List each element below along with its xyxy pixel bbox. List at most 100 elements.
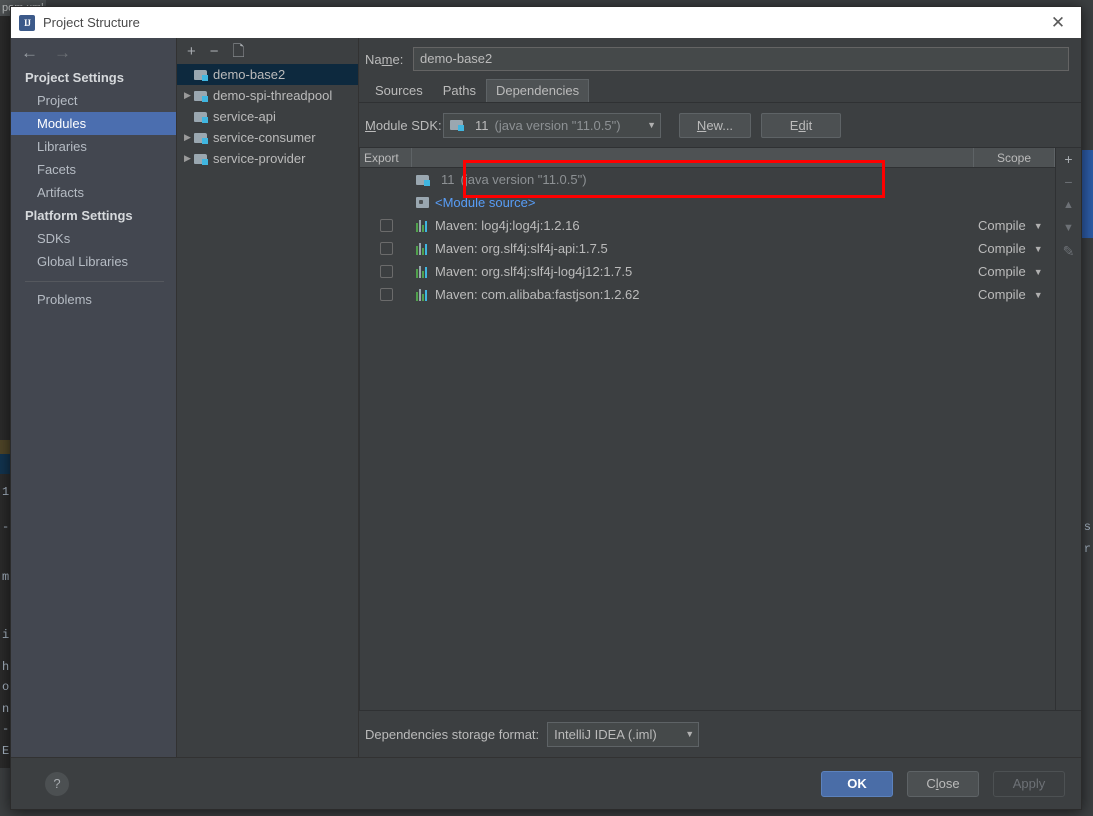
column-header-scope[interactable]: Scope (974, 148, 1055, 167)
tab-dependencies[interactable]: Dependencies (485, 79, 590, 102)
chevron-right-icon[interactable]: ▶ (181, 90, 194, 101)
sidebar-item-modules[interactable]: Modules (11, 112, 176, 135)
chevron-down-icon[interactable]: ▼ (1034, 267, 1043, 277)
copy-icon[interactable]: 🗋 (233, 44, 245, 59)
module-name-row: Name: demo-base2 (359, 38, 1081, 80)
export-cell (360, 219, 412, 232)
module-row-demo-spi-threadpool[interactable]: ▶ demo-spi-threadpool (177, 85, 358, 106)
column-header-export[interactable]: Export (360, 148, 412, 167)
export-cell (360, 265, 412, 278)
sidebar-item-libraries[interactable]: Libraries (11, 135, 176, 158)
chevron-down-icon[interactable]: ▼ (675, 729, 694, 739)
module-folder-icon (194, 90, 208, 102)
dependency-name-cell: <Module source> (412, 195, 974, 210)
module-folder-icon (194, 111, 208, 123)
chevron-down-icon[interactable]: ▼ (1034, 290, 1043, 300)
dependencies-table-body: 11 (java version "11.0.5") <Module sourc… (360, 168, 1055, 710)
table-row[interactable]: Maven: org.slf4j:slf4j-api:1.7.5 Compile… (360, 237, 1055, 260)
export-checkbox[interactable] (379, 242, 393, 255)
chevron-right-icon[interactable]: ▶ (181, 153, 194, 164)
dependencies-toolbar: + − ▲ ▼ ✎ (1055, 148, 1081, 710)
module-label: service-api (213, 109, 276, 124)
chevron-right-icon[interactable]: ▶ (181, 132, 194, 143)
dependencies-storage-value: IntelliJ IDEA (.iml) (554, 726, 657, 742)
module-folder-icon (194, 69, 208, 81)
module-row-service-provider[interactable]: ▶ service-provider (177, 148, 358, 169)
module-tabs: Sources Paths Dependencies (359, 79, 1081, 103)
table-row[interactable]: Maven: org.slf4j:slf4j-log4j12:1.7.5 Com… (360, 260, 1055, 283)
module-list-panel: + − 🗋 demo-base2 ▶ demo-spi-threadpool s… (177, 38, 359, 757)
dependency-label: Maven: log4j:log4j:1.2.16 (435, 218, 580, 233)
arrow-right-icon[interactable]: → (54, 44, 71, 61)
module-row-service-consumer[interactable]: ▶ service-consumer (177, 127, 358, 148)
export-checkbox[interactable] (379, 265, 393, 278)
table-row[interactable]: <Module source> (360, 191, 1055, 214)
new-sdk-button[interactable]: New... (679, 112, 751, 138)
scope-cell[interactable]: Compile ▼ (974, 264, 1055, 279)
module-label: demo-spi-threadpool (213, 88, 333, 103)
sidebar-navigation: ← → (11, 38, 176, 66)
chevron-down-icon[interactable]: ▼ (1034, 244, 1043, 254)
jar-icon (416, 265, 429, 278)
sidebar-item-project[interactable]: Project (11, 89, 176, 112)
dependencies-storage-label: Dependencies storage format: (365, 726, 540, 742)
module-row-demo-base2[interactable]: demo-base2 (177, 64, 358, 85)
remove-module-button[interactable]: − (210, 44, 219, 59)
table-row[interactable]: Maven: com.alibaba:fastjson:1.2.62 Compi… (360, 283, 1055, 306)
settings-sidebar: ← → Project Settings Project Modules Lib… (11, 38, 177, 757)
edit-sdk-button[interactable]: Ed it (761, 112, 841, 138)
apply-button[interactable]: Apply (993, 770, 1065, 797)
add-module-button[interactable]: + (187, 44, 196, 59)
export-checkbox[interactable] (379, 219, 393, 232)
tab-paths[interactable]: Paths (433, 79, 486, 102)
chevron-down-icon[interactable]: ▼ (1034, 221, 1043, 231)
move-down-button[interactable]: ▼ (1063, 221, 1074, 235)
sidebar-item-problems[interactable]: Problems (11, 288, 176, 311)
module-folder-icon (194, 153, 208, 165)
export-cell (360, 242, 412, 255)
jar-icon (416, 242, 429, 255)
remove-dependency-button[interactable]: − (1064, 175, 1072, 189)
scope-cell[interactable]: Compile ▼ (974, 287, 1055, 302)
scope-cell[interactable]: Compile ▼ (974, 241, 1055, 256)
sidebar-item-facets[interactable]: Facets (11, 158, 176, 181)
module-source-icon (416, 197, 429, 208)
chevron-down-icon[interactable]: ▼ (637, 120, 656, 130)
table-row[interactable]: Maven: log4j:log4j:1.2.16 Compile ▼ (360, 214, 1055, 237)
dialog-titlebar: IJ Project Structure ✕ (11, 7, 1081, 38)
export-checkbox[interactable] (379, 288, 393, 301)
pencil-icon[interactable]: ✎ (1063, 244, 1075, 258)
project-structure-dialog: IJ Project Structure ✕ ← → Project Setti… (10, 6, 1082, 810)
scope-label: Compile (978, 218, 1026, 233)
gutter-fragment: m (2, 570, 10, 584)
table-row[interactable]: 11 (java version "11.0.5") (360, 168, 1055, 191)
close-icon[interactable]: ✕ (1035, 7, 1081, 38)
module-name-input[interactable]: demo-base2 (413, 47, 1069, 71)
scope-label: Compile (978, 241, 1026, 256)
ok-button[interactable]: OK (821, 770, 893, 797)
ide-right-fragment: s (1083, 520, 1091, 534)
module-list-toolbar: + − 🗋 (177, 38, 358, 64)
arrow-left-icon[interactable]: ← (21, 44, 38, 61)
column-header-name[interactable] (412, 148, 974, 167)
dependencies-storage-combobox[interactable]: IntelliJ IDEA (.iml) ▼ (547, 721, 700, 747)
module-sdk-row: Module SDK: 11 (java version "11.0.5") ▼… (359, 103, 1081, 147)
module-sdk-combobox[interactable]: 11 (java version "11.0.5") ▼ (443, 112, 661, 138)
dependencies-table-wrapper: Export Scope 11 (java version "11.0.5") (359, 147, 1081, 711)
sidebar-item-global-libraries[interactable]: Global Libraries (11, 250, 176, 273)
jar-icon (416, 288, 429, 301)
scope-cell[interactable]: Compile ▼ (974, 218, 1055, 233)
help-button[interactable]: ? (45, 771, 69, 796)
move-up-button[interactable]: ▲ (1063, 198, 1074, 212)
module-row-service-api[interactable]: service-api (177, 106, 358, 127)
sidebar-item-sdks[interactable]: SDKs (11, 227, 176, 250)
close-button[interactable]: Cl ose (907, 770, 979, 797)
dependency-label: Maven: org.slf4j:slf4j-api:1.7.5 (435, 241, 608, 256)
jar-icon (416, 219, 429, 232)
add-dependency-button[interactable]: + (1064, 152, 1072, 166)
module-sdk-value: 11 (475, 117, 489, 133)
sidebar-item-artifacts[interactable]: Artifacts (11, 181, 176, 204)
tab-sources[interactable]: Sources (365, 79, 433, 102)
dependency-name-cell: Maven: com.alibaba:fastjson:1.2.62 (412, 287, 974, 302)
gutter-fragment: 1 (2, 485, 10, 499)
